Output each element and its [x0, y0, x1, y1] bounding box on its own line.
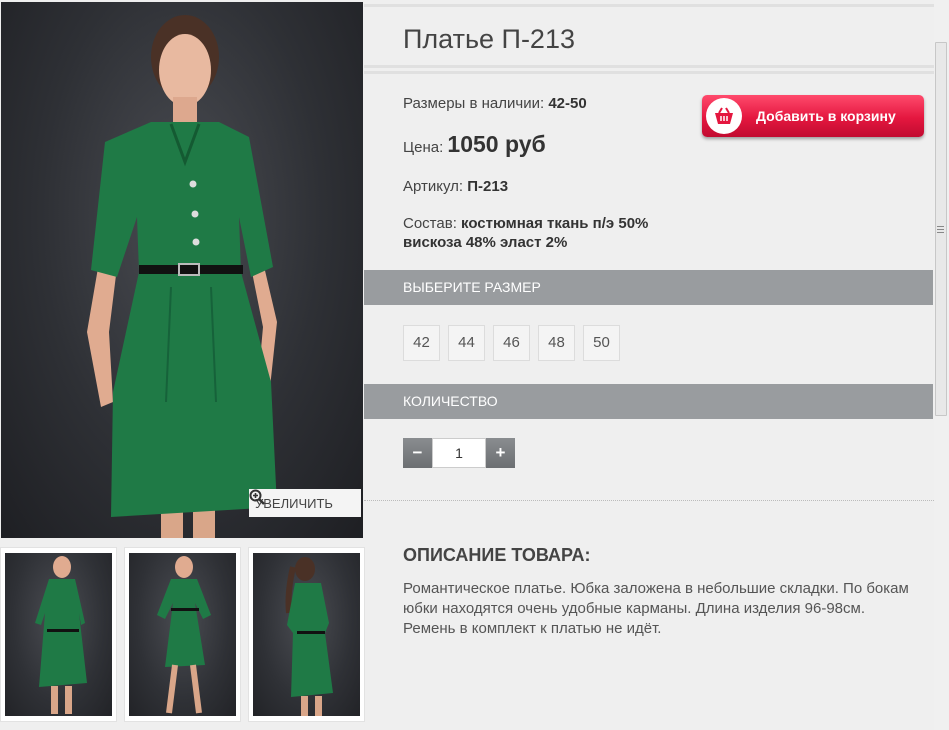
thumbnail-image — [129, 553, 236, 716]
price: Цена: 1050 руб — [403, 131, 546, 158]
price-label: Цена: — [403, 139, 444, 156]
composition-line-1: костюмная ткань п/э 50% — [461, 215, 649, 232]
thumbnail-pose[interactable] — [124, 547, 241, 722]
scrollbar-grip-icon — [937, 226, 944, 233]
divider — [364, 71, 934, 74]
quantity-increase-button[interactable]: + — [486, 438, 515, 468]
title-bar: Платье П-213 — [364, 4, 934, 68]
size-option-44[interactable]: 44 — [448, 325, 485, 361]
composition-line-2: вискоза 48% эласт 2% — [403, 234, 568, 251]
quantity-stepper: − + — [403, 438, 515, 468]
size-option-48[interactable]: 48 — [538, 325, 575, 361]
quantity-decrease-button[interactable]: − — [403, 438, 432, 468]
sizes-label: Размеры в наличии: — [403, 95, 545, 112]
size-option-46[interactable]: 46 — [493, 325, 530, 361]
price-value: 1050 руб — [447, 131, 546, 157]
sizes-available: Размеры в наличии: 42-50 — [403, 95, 587, 112]
quantity-section-header: КОЛИЧЕСТВО — [364, 384, 933, 419]
thumbnail-image — [253, 553, 360, 716]
zoom-in-icon — [249, 489, 265, 505]
model-figure — [87, 15, 277, 538]
thumbnail-strip — [0, 547, 366, 725]
zoom-label: УВЕЛИЧИТЬ — [255, 495, 333, 511]
article-value: П-213 — [467, 178, 509, 195]
quantity-input[interactable] — [432, 438, 486, 468]
page-title: Платье П-213 — [403, 24, 575, 54]
description-title: ОПИСАНИЕ ТОВАРА: — [403, 545, 591, 565]
size-option-42[interactable]: 42 — [403, 325, 440, 361]
thumbnail-side[interactable] — [248, 547, 365, 722]
article: Артикул: П-213 — [403, 178, 508, 195]
size-option-50[interactable]: 50 — [583, 325, 620, 361]
thumbnail-front[interactable] — [0, 547, 117, 722]
article-label: Артикул: — [403, 178, 464, 195]
add-to-cart-button[interactable]: Добавить в корзину — [702, 95, 924, 137]
description-text: Романтическое платье. Юбка заложена в не… — [403, 580, 909, 637]
size-section-header: ВЫБЕРИТЕ РАЗМЕР — [364, 270, 933, 305]
basket-icon — [706, 98, 742, 134]
product-details: Платье П-213 Размеры в наличии: 42-50 Це… — [364, 0, 934, 730]
main-product-photo[interactable]: УВЕЛИЧИТЬ — [1, 2, 363, 538]
divider-dotted — [364, 500, 934, 501]
composition-label: Состав: — [403, 215, 457, 232]
add-to-cart-label: Добавить в корзину — [756, 108, 896, 124]
zoom-button[interactable]: УВЕЛИЧИТЬ — [249, 489, 361, 517]
thumbnail-image — [5, 553, 112, 716]
sizes-value: 42-50 — [548, 95, 587, 112]
composition: Состав: костюмная ткань п/э 50% вискоза … — [403, 214, 648, 252]
